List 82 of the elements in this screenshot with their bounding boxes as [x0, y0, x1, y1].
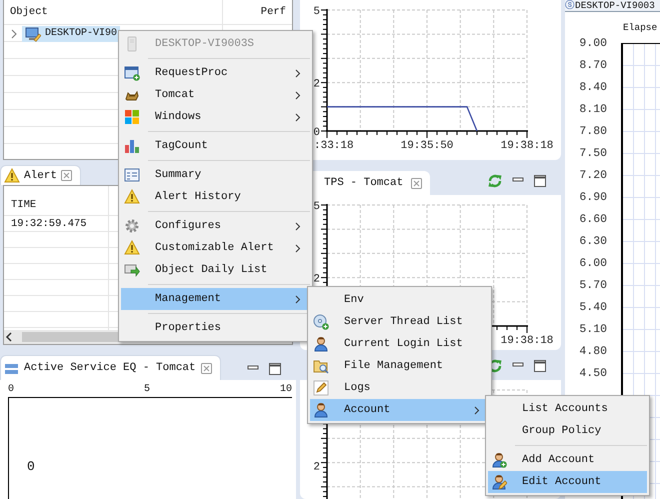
menu-item[interactable]: Logs [310, 377, 489, 399]
axis-label: 2 [313, 78, 320, 91]
axis-label: 6.30 [578, 234, 607, 250]
arrow-box-icon [124, 262, 140, 278]
menu-item[interactable]: TagCount [121, 135, 310, 157]
menu-item[interactable]: Configures [121, 215, 310, 237]
menu-item[interactable]: Env [310, 289, 489, 311]
menu-item[interactable]: Group Policy [488, 420, 647, 442]
refresh-icon[interactable] [487, 173, 503, 189]
warning-icon [124, 189, 140, 204]
column-header: TIME [11, 199, 36, 211]
scale-label: 5 [144, 384, 150, 395]
column-header: Object [10, 6, 48, 18]
value-label: 0 [27, 459, 35, 474]
alert-tab[interactable]: Alert [0, 165, 82, 185]
close-icon[interactable] [411, 178, 422, 188]
menu-item[interactable]: Management [121, 288, 310, 310]
user-icon [313, 402, 329, 418]
close-icon[interactable] [61, 170, 72, 181]
menu-item[interactable]: File Management [310, 355, 489, 377]
axis-label: 5.10 [578, 322, 607, 338]
axis-label: 8.40 [578, 80, 607, 96]
tree-item[interactable]: DESKTOP-VI90 [22, 26, 120, 42]
menu-item[interactable]: List Accounts [488, 398, 647, 420]
computer-icon [25, 26, 41, 42]
axis-label: 19:35:50 [400, 140, 454, 152]
gear-icon [124, 218, 140, 234]
axis-label: 6.90 [578, 190, 607, 206]
axis-label: :33:18 [314, 140, 354, 152]
menu-item[interactable]: Object Daily List [121, 259, 310, 281]
axis-label: 7.80 [578, 124, 607, 140]
menu-item[interactable]: Properties [121, 317, 310, 339]
axis-label: 0 [313, 127, 320, 139]
menu-item[interactable]: Add Account [488, 449, 647, 471]
menu-item[interactable]: Windows [121, 106, 310, 128]
maximize-icon[interactable] [268, 362, 282, 376]
four-squares-icon [124, 109, 140, 125]
axis-label: 2 [313, 274, 320, 286]
user-plus-icon [491, 452, 507, 468]
close-icon[interactable] [200, 362, 212, 374]
scale-label: 0 [8, 384, 14, 395]
warning-icon [4, 168, 20, 183]
panel-title: DESKTOP-VI9003 [575, 0, 655, 11]
axis-label: 19:38:18 [500, 335, 554, 347]
axis-label: 6.60 [578, 212, 607, 228]
chart-title: Elapse [623, 22, 658, 33]
axis-label: 5.40 [578, 300, 607, 316]
bar-chart-icon [124, 138, 140, 154]
column-header: Perf [260, 6, 286, 18]
service-tab[interactable]: Active Service EQ - Tomcat [0, 355, 221, 380]
axis-label: 6.00 [578, 256, 607, 272]
axis-label: 5 [313, 6, 320, 18]
status-glyph: ⓢ [565, 0, 575, 11]
axis-label: 8.10 [578, 102, 607, 118]
user-pencil-icon [491, 474, 507, 490]
axis-label: 5 [313, 201, 320, 213]
menu-item[interactable]: Server Thread List [310, 311, 489, 333]
axis-label: 9.00 [578, 36, 607, 52]
menu-item[interactable]: RequestProc [121, 62, 310, 84]
user-icon [313, 336, 329, 352]
disc-plus-icon [313, 314, 329, 330]
pencil-icon [313, 380, 329, 396]
window-plus-icon [124, 65, 140, 81]
menu-item[interactable]: Tomcat [121, 84, 310, 106]
warning-icon [124, 240, 140, 255]
axis-label: 5.70 [578, 278, 607, 294]
maximize-icon[interactable] [533, 174, 547, 188]
folder-search-icon [313, 358, 329, 374]
menu-item[interactable]: Current Login List [310, 333, 489, 355]
scale-label: 10 [280, 384, 292, 395]
axis-label: 7.20 [578, 168, 607, 184]
menu-item[interactable]: Customizable Alert [121, 237, 310, 259]
axis-label: 8.70 [578, 58, 607, 74]
maximize-icon[interactable] [533, 359, 547, 373]
axis-label: 4.80 [578, 344, 607, 360]
axis-label: 2 [313, 462, 320, 474]
table-cell: 19:32:59.475 [11, 218, 87, 230]
menu-item[interactable]: Edit Account [488, 471, 647, 493]
axis-label: 7.50 [578, 146, 607, 162]
axis-label: 19:38:18 [500, 140, 554, 152]
list-window-icon [124, 167, 140, 183]
axis-label: 4.50 [578, 366, 607, 382]
